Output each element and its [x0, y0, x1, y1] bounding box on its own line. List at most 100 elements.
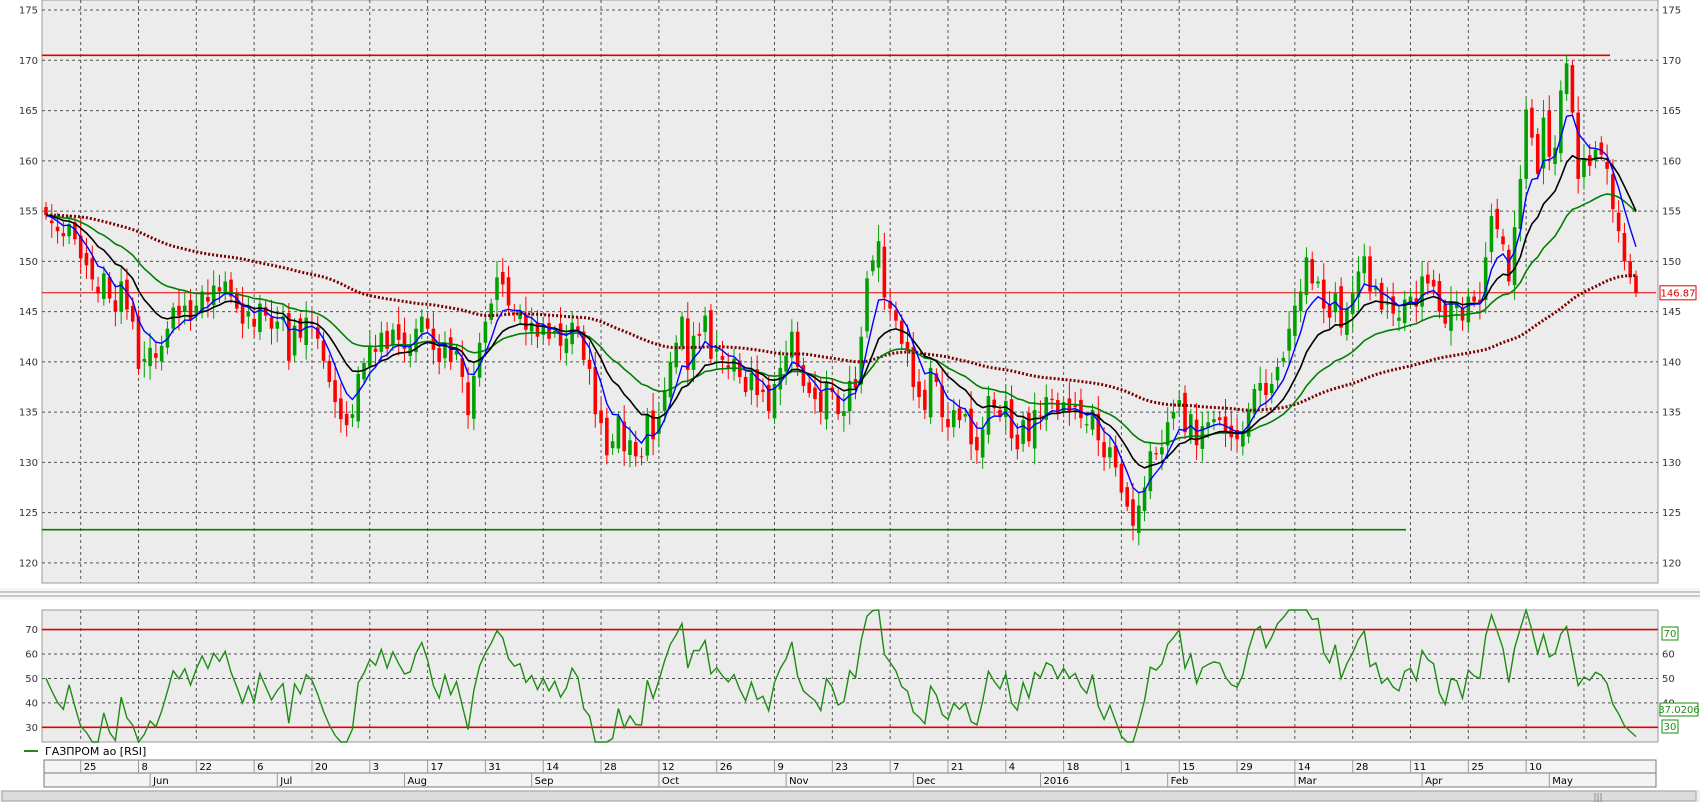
candle-body: [275, 321, 280, 329]
rsi-tick-label-left: 40: [25, 698, 38, 709]
candle-body: [1547, 110, 1552, 157]
day-label: 8: [142, 762, 148, 773]
candle-body: [1217, 417, 1222, 421]
day-label: 25: [84, 762, 97, 773]
rsi-30-label: 30: [1664, 722, 1677, 733]
candle-body: [876, 241, 881, 268]
candle-body: [639, 456, 644, 458]
rsi-tick-label-left: 60: [25, 650, 38, 661]
candle-body: [177, 305, 181, 316]
candle-body: [1183, 392, 1187, 433]
price-tick-label-right: 160: [1662, 156, 1681, 167]
candle-body: [1287, 328, 1291, 351]
candle-body: [102, 273, 106, 299]
candle-body: [367, 346, 372, 367]
panel-splitter[interactable]: [0, 588, 1700, 600]
candle-body: [154, 353, 158, 358]
candle-body: [1570, 65, 1575, 113]
candle-body: [957, 408, 962, 421]
candle-body: [1501, 236, 1505, 245]
month-label: Sep: [535, 776, 554, 787]
candle-body: [148, 347, 152, 367]
rsi-legend-label: ГАЗПРОМ ао [RSI]: [45, 745, 146, 758]
candle-body: [1131, 499, 1135, 526]
month-label: Nov: [789, 776, 809, 787]
candle-body: [1449, 302, 1453, 331]
month-label: Jul: [279, 776, 292, 787]
candle-body: [1027, 412, 1031, 442]
candle-body: [1431, 279, 1436, 287]
candle-body: [1605, 162, 1609, 169]
candle-body: [217, 287, 222, 292]
day-label: 14: [1298, 762, 1311, 773]
candle-body: [489, 303, 493, 320]
candle-body: [344, 413, 349, 426]
candle-body: [1622, 232, 1627, 262]
price-tick-label-right: 135: [1662, 408, 1681, 419]
candle-body: [969, 408, 973, 445]
horizontal-scrollbar[interactable]: |||: [0, 790, 1700, 802]
price-tick-label-right: 175: [1662, 6, 1681, 17]
candle-body: [182, 305, 187, 313]
candle-body: [1524, 109, 1528, 179]
candle-body: [685, 318, 690, 370]
candle-body: [466, 382, 470, 416]
price-tick-label-right: 130: [1662, 458, 1681, 469]
candle-body: [1281, 357, 1286, 362]
candle-body: [1212, 419, 1216, 423]
month-label: May: [1552, 776, 1573, 787]
candle-body: [1264, 382, 1268, 396]
candle-body: [547, 323, 551, 339]
day-label: 18: [1067, 762, 1080, 773]
candle-body: [49, 220, 54, 224]
candle-body: [1611, 174, 1615, 210]
price-tick-label-left: 145: [19, 307, 38, 318]
candle-body: [500, 271, 505, 285]
candle-body: [1050, 398, 1054, 401]
day-label: 31: [488, 762, 501, 773]
splitter-bar[interactable]: [0, 588, 1700, 600]
candle-body: [437, 347, 441, 362]
candle-body: [142, 358, 147, 362]
scrollbar-thumb[interactable]: [1, 790, 1697, 802]
candle-body: [668, 361, 673, 398]
time-axis[interactable]: 25 8 22 6 20 3 17 31 14 28 12 26 9 23 7 21 4 18 1 15 29 14 28 1…: [43, 759, 1657, 788]
candle-body: [1310, 259, 1315, 284]
candle-body: [975, 437, 979, 451]
day-label: 22: [199, 762, 212, 773]
day-label: 28: [1356, 762, 1369, 773]
candle-body: [951, 410, 956, 428]
day-label: 15: [1182, 762, 1195, 773]
candle-body: [1154, 453, 1158, 455]
candle-body: [714, 348, 719, 352]
month-label: Aug: [407, 776, 427, 787]
candle-body: [633, 442, 638, 457]
candle-body: [246, 311, 251, 317]
candle-body: [1275, 366, 1280, 381]
candle-body: [1258, 382, 1262, 391]
rsi-panel[interactable]: 3040506070 405060 70 30 37.0206: [25, 607, 1700, 744]
day-label: 21: [951, 762, 964, 773]
price-tick-label-left: 175: [19, 6, 38, 17]
price-tick-label-left: 165: [19, 106, 38, 117]
candle-body: [252, 318, 256, 327]
candle-body: [1321, 279, 1326, 309]
candle-body: [206, 296, 210, 302]
candle-body: [194, 305, 199, 314]
candle-body: [605, 417, 609, 456]
candle-body: [871, 260, 875, 272]
rsi-tick-label-left: 30: [25, 723, 38, 734]
candle-body: [720, 356, 725, 360]
candle-body: [1125, 487, 1129, 507]
candle-body: [761, 389, 765, 393]
candle-body: [96, 286, 100, 294]
candle-body: [593, 367, 598, 415]
price-tick-label-left: 130: [19, 458, 38, 469]
price-panel[interactable]: 120 125 130 135 140 145 150 155 160 165 170 175 120…: [19, 0, 1697, 584]
last-price-badge: 146.87: [1659, 285, 1697, 301]
day-label: 7: [893, 762, 899, 773]
candle-body: [882, 246, 887, 298]
candle-body: [356, 373, 361, 422]
candle-body: [697, 333, 702, 336]
candle-body: [564, 338, 569, 354]
